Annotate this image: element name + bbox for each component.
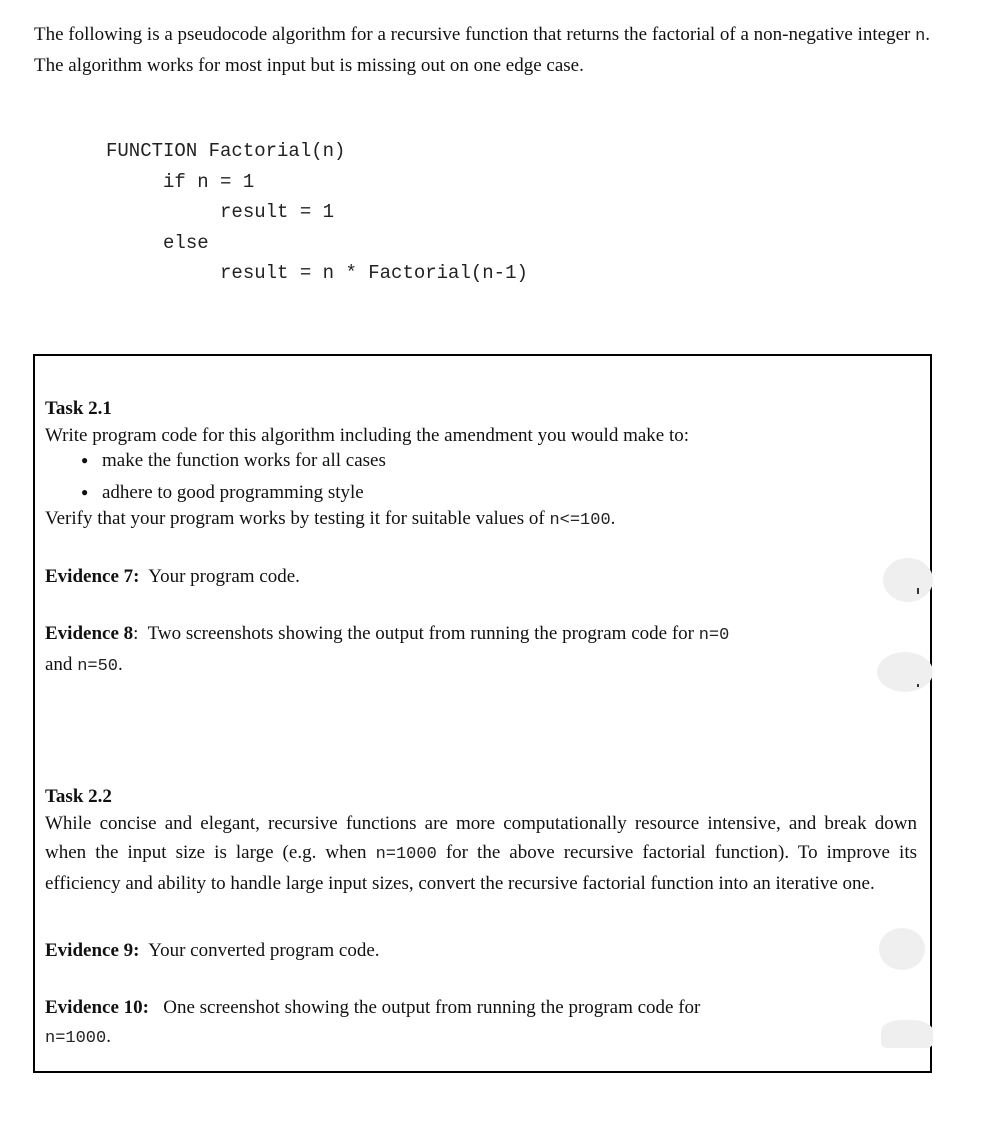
intro-paragraph: The following is a pseudocode algorithm … [34,20,934,80]
task-2-1-bullet-list: ● make the function works for all cases … [45,446,386,507]
task-2-1-verify: Verify that your program works by testin… [45,504,917,535]
evidence-8-text: Two screenshots showing the output from … [147,623,699,644]
evidence-8-code2: n=50 [77,657,118,676]
pseudocode-line: result = 1 [106,201,335,223]
evidence-9: Evidence 9: Your converted program code. [45,936,917,965]
pseudocode-line: FUNCTION Factorial(n) [106,140,346,162]
verify-end: . [610,508,616,529]
redaction-blob [883,558,933,602]
evidence-10-code: n=1000 [45,1029,107,1048]
bullet-icon: ● [81,485,89,499]
pseudocode-line: else [106,231,209,254]
evidence-7-text: Your program code. [148,566,300,587]
bullet-item: ● adhere to good programming style [45,478,386,507]
bullet-text: make the function works for all cases [102,450,386,471]
evidence-10-label: Evidence 10: [45,997,149,1018]
task-2-2-paragraph: While concise and elegant, recursive fun… [45,809,917,898]
intro-text-before: The following is a pseudocode algorithm … [34,24,916,45]
bullet-icon: ● [81,453,89,467]
bullet-text: adhere to good programming style [102,482,364,503]
task-box: Task 2.1 Write program code for this alg… [33,354,933,1073]
evidence-10-end: . [106,1026,111,1047]
evidence-8: Evidence 8: Two screenshots showing the … [45,619,917,681]
evidence-9-label: Evidence 9: [45,940,140,961]
evidence-10-text: One screenshot showing the output from r… [163,997,701,1018]
evidence-7-label: Evidence 7: [45,566,140,587]
pseudocode-line: if n = 1 [106,170,255,193]
redaction-blob [881,1020,933,1048]
verify-code: n<=100 [549,511,611,530]
evidence-9-text: Your converted program code. [148,940,380,961]
verify-text: Verify that your program works by testin… [45,508,550,529]
margin-mark [917,588,919,594]
bullet-item: ● make the function works for all cases [45,446,386,475]
evidence-8-mid: and [45,654,78,675]
task-2-2-code: n=1000 [375,845,437,864]
pseudocode-line: result = n * Factorial(n-1) [106,262,528,284]
pseudocode-block: FUNCTION Factorial(n) if n = 1 result = … [106,136,528,289]
evidence-8-label: Evidence 8 [45,623,134,644]
evidence-8-sep: : [133,623,139,644]
redaction-blob [879,928,925,970]
redaction-blob [877,652,933,692]
intro-code-var: n [915,27,926,46]
task-2-2-title: Task 2.2 [45,786,112,807]
evidence-7: Evidence 7: Your program code. [45,562,917,591]
margin-mark [917,684,919,687]
evidence-8-code1: n=0 [698,626,730,645]
evidence-10: Evidence 10: One screenshot showing the … [45,993,917,1053]
evidence-8-end: . [118,654,123,675]
task-2-1-title: Task 2.1 [45,398,112,419]
